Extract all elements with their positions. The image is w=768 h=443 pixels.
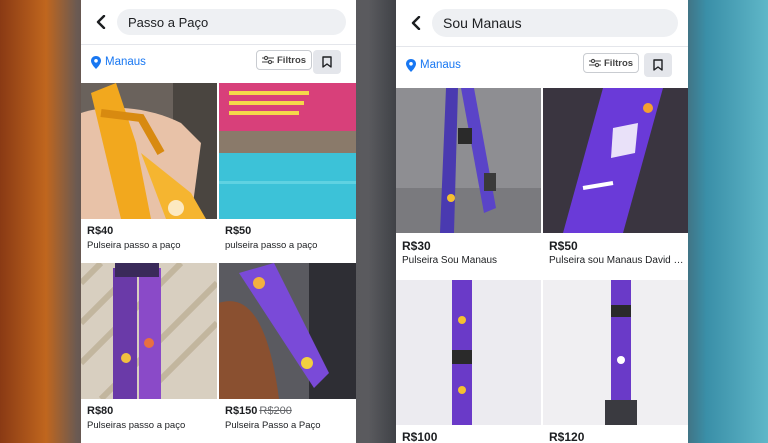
left-phone-screen: Passo a Paço Manaus Filtros R$40 Pulseir… <box>81 0 356 443</box>
location-label: Manaus <box>420 59 461 71</box>
listing-title: Pulseiras passo a paço <box>87 420 186 431</box>
listing-price: R$100 <box>402 430 438 443</box>
listing-price: R$150 <box>225 405 258 417</box>
listing-photo <box>396 88 541 233</box>
location-pin-icon <box>91 55 101 69</box>
search-input[interactable]: Passo a Paço <box>117 9 346 35</box>
listing-card[interactable]: R$100 <box>396 280 541 443</box>
back-button[interactable] <box>87 8 115 36</box>
location-selector[interactable]: Manaus <box>91 55 146 69</box>
listing-price: R$40 <box>87 225 114 237</box>
listing-photo <box>219 83 356 219</box>
location-pin-icon <box>406 58 416 72</box>
back-button[interactable] <box>402 9 430 37</box>
search-header: Passo a Paço <box>81 0 356 44</box>
right-phone-screen: Sou Manaus Manaus Filtros R$30 Pulseira … <box>396 0 688 443</box>
filter-sliders-icon <box>589 58 601 68</box>
location-filter-row: Manaus Filtros <box>81 48 356 76</box>
listing-photo <box>543 280 688 425</box>
back-arrow-icon <box>411 16 421 30</box>
listing-title: Pulseira passo a paço <box>87 240 181 251</box>
search-query: Passo a Paço <box>128 14 209 30</box>
listing-title: Pulseira Passo a Paço <box>225 420 321 431</box>
search-input[interactable]: Sou Manaus <box>432 9 678 37</box>
filters-button[interactable]: Filtros <box>583 53 640 73</box>
listing-price: R$50 <box>549 239 578 253</box>
listing-price: R$50 <box>225 225 252 237</box>
listing-title: Pulseira sou Manaus David G... <box>549 255 686 266</box>
listing-card[interactable]: R$150 R$200 Pulseira Passo a Paço <box>219 263 356 433</box>
back-arrow-icon <box>96 15 106 29</box>
listing-photo <box>219 263 356 399</box>
location-filter-row: Manaus Filtros <box>396 50 688 80</box>
filters-button[interactable]: Filtros <box>256 50 313 70</box>
listing-title: Pulseira Sou Manaus <box>402 255 498 266</box>
listing-photo <box>543 88 688 233</box>
filters-label: Filtros <box>604 57 634 69</box>
location-label: Manaus <box>105 56 146 68</box>
listing-photo <box>81 263 217 399</box>
listing-card[interactable]: R$40 Pulseira passo a paço <box>81 83 217 253</box>
bookmark-icon <box>653 59 663 71</box>
listing-card[interactable]: R$30 Pulseira Sou Manaus <box>396 88 541 270</box>
listing-title: pulseira passo a paço <box>225 240 318 251</box>
listing-photo <box>81 83 217 219</box>
listing-old-price: R$200 <box>259 405 292 417</box>
location-selector[interactable]: Manaus <box>406 58 461 72</box>
listing-card[interactable]: R$50 pulseira passo a paço <box>219 83 356 253</box>
listing-price: R$120 <box>549 430 585 443</box>
save-search-button[interactable] <box>644 53 672 77</box>
listing-card[interactable]: R$120 <box>543 280 688 443</box>
listing-card[interactable]: R$50 Pulseira sou Manaus David G... <box>543 88 688 270</box>
listing-photo <box>396 280 541 425</box>
filter-sliders-icon <box>262 55 274 65</box>
listing-card[interactable]: R$80 Pulseiras passo a paço <box>81 263 217 433</box>
bookmark-icon <box>322 56 332 68</box>
save-search-button[interactable] <box>313 50 341 74</box>
search-header: Sou Manaus <box>396 0 688 46</box>
search-query: Sou Manaus <box>443 15 522 31</box>
listing-price: R$30 <box>402 239 431 253</box>
filters-label: Filtros <box>277 54 307 66</box>
listing-price: R$80 <box>87 405 114 417</box>
